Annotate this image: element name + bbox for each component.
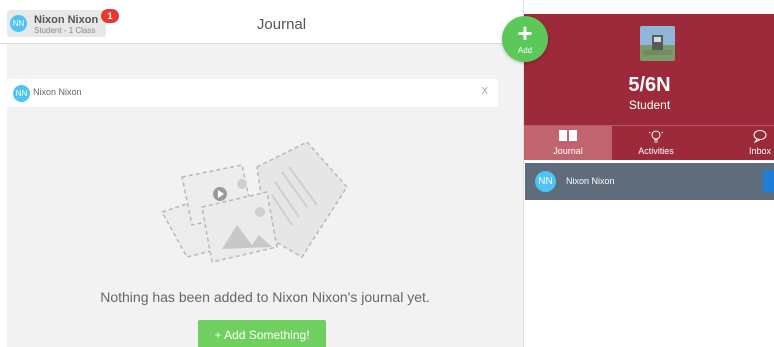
- class-photo: [640, 26, 675, 61]
- top-bar: NN Nixon Nixon Student - 1 Class 1 Journ…: [0, 0, 523, 44]
- student-avatar: NN: [535, 171, 556, 192]
- empty-journal-illustration-icon: [160, 141, 348, 263]
- filter-avatar: NN: [13, 85, 30, 102]
- empty-state-message: Nothing has been added to Nixon Nixon's …: [100, 289, 430, 305]
- tab-journal[interactable]: Journal: [524, 126, 612, 160]
- student-name: Nixon Nixon: [566, 176, 615, 186]
- tab-journal-label: Journal: [553, 146, 583, 156]
- journal-feed: NN Nixon Nixon X Nothing has been added …: [7, 44, 523, 347]
- student-list-item[interactable]: NN Nixon Nixon: [525, 163, 774, 200]
- add-button[interactable]: + Add: [502, 16, 548, 62]
- add-button-label: Add: [517, 46, 533, 55]
- page-title: Journal: [256, 16, 307, 33]
- chat-bubbles-icon: [753, 130, 767, 143]
- book-icon: [559, 130, 577, 141]
- tab-activities[interactable]: Activities: [612, 126, 700, 160]
- selected-indicator: [763, 170, 774, 192]
- lightbulb-icon: [648, 130, 664, 143]
- tab-inbox[interactable]: Inbox: [700, 126, 774, 160]
- class-header: 5/6N Student: [524, 14, 774, 125]
- tab-inbox-label: Inbox: [748, 146, 772, 156]
- filter-student-name: Nixon Nixon: [33, 87, 82, 97]
- class-title: 5/6N: [628, 74, 671, 96]
- add-something-button[interactable]: + Add Something!: [198, 320, 326, 347]
- class-panel: 5/6N Student Journal Activities Inbox NN…: [523, 0, 774, 347]
- class-tabs: Journal Activities Inbox: [524, 125, 774, 160]
- tab-activities-label: Activities: [638, 146, 674, 156]
- student-filter-bar: NN Nixon Nixon X: [7, 79, 498, 107]
- close-filter-button[interactable]: X: [481, 86, 488, 97]
- plus-icon: +: [517, 18, 533, 48]
- class-role: Student: [628, 98, 671, 112]
